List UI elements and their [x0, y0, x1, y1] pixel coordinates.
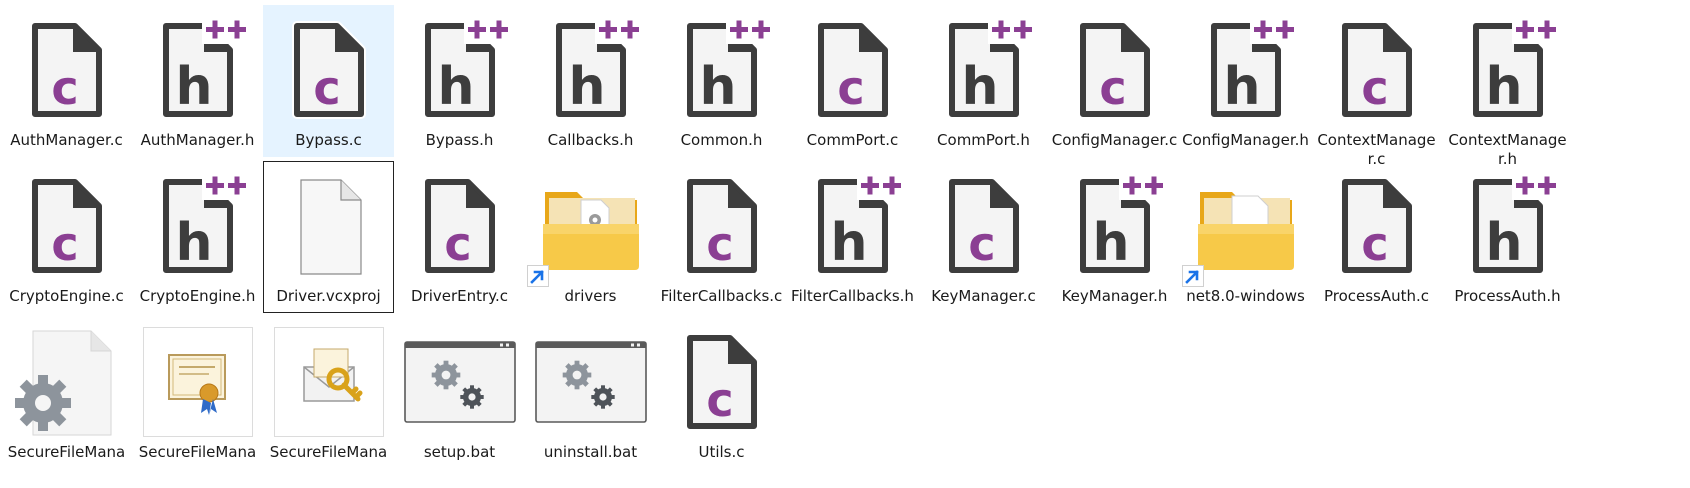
svg-text:h: h [830, 213, 867, 273]
c-source-file-icon: c [918, 162, 1049, 290]
c-source-file-icon: c [787, 6, 918, 134]
svg-text:c: c [51, 217, 78, 271]
folder-icon [525, 162, 656, 290]
svg-text:c: c [706, 373, 733, 427]
file-item[interactable]: SecureFileMana [1, 317, 132, 469]
file-item[interactable]: c DriverEntry.c [394, 161, 525, 313]
c-source-file-icon: c [1, 6, 132, 134]
file-item[interactable]: h ProcessAuth.h [1442, 161, 1573, 313]
svg-text:c: c [51, 61, 78, 115]
blank-file-icon [263, 162, 394, 290]
cpp-header-file-icon: h [132, 162, 263, 290]
c-source-file-icon: c [656, 318, 787, 446]
c-source-file-icon: c [1, 162, 132, 290]
svg-text:h: h [437, 57, 474, 117]
file-item[interactable]: h KeyManager.h [1049, 161, 1180, 313]
shortcut-arrow-icon [1182, 265, 1204, 287]
file-item[interactable]: h ContextManager.h [1442, 5, 1573, 168]
c-source-file-icon: c [656, 162, 787, 290]
batch-file-icon [394, 318, 525, 446]
file-item[interactable]: Driver.vcxproj [263, 161, 394, 313]
cpp-header-file-icon: h [1442, 6, 1573, 134]
cpp-header-file-icon: h [1049, 162, 1180, 290]
settings-file-icon [1, 318, 132, 446]
file-item[interactable]: h FilterCallbacks.h [787, 161, 918, 313]
svg-text:h: h [175, 57, 212, 117]
svg-text:h: h [699, 57, 736, 117]
svg-text:c: c [706, 217, 733, 271]
svg-text:c: c [1099, 61, 1126, 115]
file-item[interactable]: h ConfigManager.h [1180, 5, 1311, 157]
c-source-file-icon: c [394, 162, 525, 290]
svg-text:h: h [1223, 57, 1260, 117]
file-item[interactable]: c CryptoEngine.c [1, 161, 132, 313]
file-item[interactable]: c ContextManager.c [1311, 5, 1442, 168]
file-item[interactable]: h CryptoEngine.h [132, 161, 263, 313]
file-item[interactable]: c Bypass.c [263, 5, 394, 157]
c-source-file-icon: c [1311, 6, 1442, 134]
file-item[interactable]: drivers [525, 161, 656, 313]
svg-text:h: h [175, 213, 212, 273]
file-item[interactable]: c ConfigManager.c [1049, 5, 1180, 157]
file-item[interactable]: setup.bat [394, 317, 525, 469]
svg-text:h: h [1485, 213, 1522, 273]
cpp-header-file-icon: h [394, 6, 525, 134]
cpp-header-file-icon: h [656, 6, 787, 134]
svg-text:c: c [1361, 217, 1388, 271]
svg-text:h: h [1485, 57, 1522, 117]
file-item[interactable]: uninstall.bat [525, 317, 656, 469]
file-item[interactable]: c KeyManager.c [918, 161, 1049, 313]
svg-text:c: c [837, 61, 864, 115]
folder-icon [1180, 162, 1311, 290]
file-item[interactable]: c CommPort.c [787, 5, 918, 157]
cpp-header-file-icon: h [787, 162, 918, 290]
svg-text:c: c [313, 61, 340, 115]
cpp-header-file-icon: h [1442, 162, 1573, 290]
file-item[interactable]: SecureFileMana [132, 317, 263, 469]
c-source-file-icon: c [1311, 162, 1442, 290]
svg-text:h: h [1092, 213, 1129, 273]
shortcut-arrow-icon [527, 265, 549, 287]
file-item[interactable]: c ProcessAuth.c [1311, 161, 1442, 313]
file-item[interactable]: h Callbacks.h [525, 5, 656, 157]
file-item[interactable]: SecureFileMana [263, 317, 394, 469]
file-item[interactable]: h AuthManager.h [132, 5, 263, 157]
svg-text:h: h [961, 57, 998, 117]
cpp-header-file-icon: h [1180, 6, 1311, 134]
cpp-header-file-icon: h [918, 6, 1049, 134]
file-item[interactable]: net8.0-windows [1180, 161, 1311, 313]
svg-text:c: c [968, 217, 995, 271]
batch-file-icon [525, 318, 656, 446]
file-item[interactable]: h Common.h [656, 5, 787, 157]
file-item[interactable]: h CommPort.h [918, 5, 1049, 157]
svg-text:c: c [1361, 61, 1388, 115]
cpp-header-file-icon: h [525, 6, 656, 134]
file-item[interactable]: c AuthManager.c [1, 5, 132, 157]
svg-text:h: h [568, 57, 605, 117]
svg-text:c: c [444, 217, 471, 271]
cpp-header-file-icon: h [132, 6, 263, 134]
c-source-file-icon: c [1049, 6, 1180, 134]
file-item[interactable]: h Bypass.h [394, 5, 525, 157]
certificate-key-icon [263, 318, 394, 446]
file-item[interactable]: c Utils.c [656, 317, 787, 469]
file-item[interactable]: c FilterCallbacks.c [656, 161, 787, 313]
file-grid: c AuthManager.c h AuthManager.h c Bypass.c… [0, 0, 1690, 488]
c-source-file-icon: c [263, 6, 394, 134]
certificate-icon [132, 318, 263, 446]
